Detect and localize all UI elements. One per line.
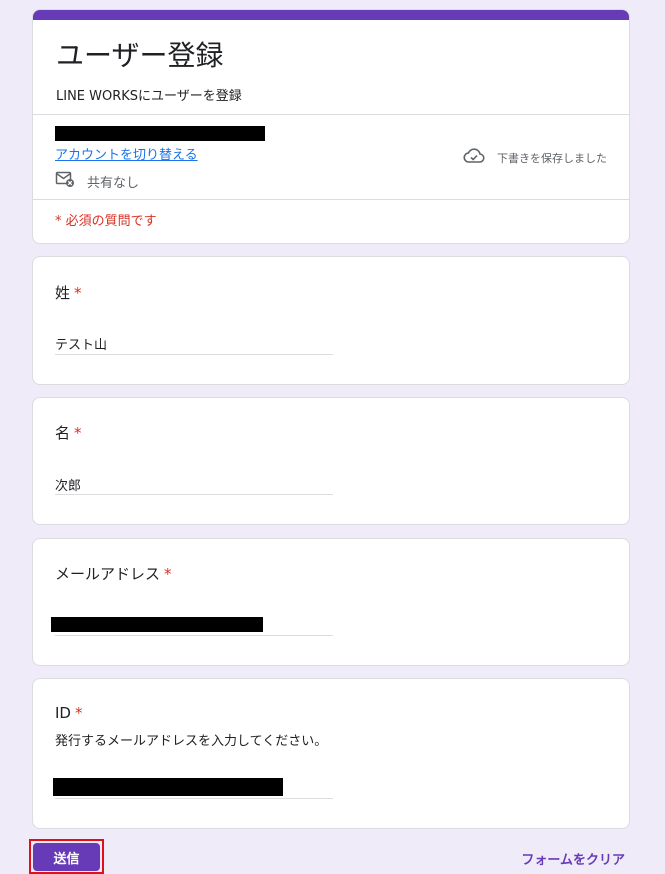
header-accent-bar: [33, 10, 629, 20]
submit-button[interactable]: 送信: [33, 843, 100, 871]
draft-status-text: 下書きを保存しました: [497, 152, 607, 165]
question-card-last-name: 姓 * テスト山: [32, 256, 630, 385]
required-star: *: [74, 704, 83, 722]
first-name-input[interactable]: 次郎: [55, 475, 81, 494]
redacted-account-email: [55, 126, 265, 141]
switch-account-link[interactable]: アカウントを切り替える: [55, 144, 198, 163]
question-title: ID *: [55, 704, 82, 722]
question-label: ID: [55, 704, 71, 722]
input-underline: [55, 635, 333, 636]
form-header-card: ユーザー登録 LINE WORKSにユーザーを登録 アカウントを切り替える 共有…: [32, 9, 630, 244]
question-title: 姓 *: [55, 282, 82, 303]
header-divider: [33, 114, 629, 115]
input-underline: [55, 798, 333, 799]
question-card-id: ID * 発行するメールアドレスを入力してください。: [32, 678, 630, 829]
question-title: 名 *: [55, 422, 82, 443]
question-card-email: メールアドレス *: [32, 538, 630, 666]
header-divider-2: [33, 199, 629, 200]
question-label: メールアドレス: [55, 565, 161, 583]
question-card-first-name: 名 * 次郎: [32, 397, 630, 525]
question-label: 名: [55, 424, 71, 442]
required-star: *: [74, 424, 82, 442]
redacted-id-value: [53, 778, 283, 796]
redacted-email-value: [51, 617, 263, 632]
last-name-input[interactable]: テスト山: [55, 334, 107, 353]
required-star: *: [164, 565, 172, 583]
sharing-status: 共有なし: [55, 170, 139, 192]
mail-off-icon: [55, 170, 75, 192]
input-underline: [55, 494, 333, 495]
clear-form-button[interactable]: フォームをクリア: [521, 849, 625, 868]
required-note: * 必須の質問です: [55, 214, 157, 229]
input-underline: [55, 354, 333, 355]
question-label: 姓: [55, 284, 71, 302]
form-description: LINE WORKSにユーザーを登録: [56, 89, 242, 104]
draft-status: 下書きを保存しました: [463, 148, 607, 168]
form-title: ユーザー登録: [56, 39, 224, 72]
cloud-check-icon: [463, 148, 485, 168]
sharing-status-text: 共有なし: [87, 175, 140, 191]
question-help-text: 発行するメールアドレスを入力してください。: [55, 734, 328, 749]
required-star: *: [74, 284, 82, 302]
question-title: メールアドレス *: [55, 563, 172, 584]
